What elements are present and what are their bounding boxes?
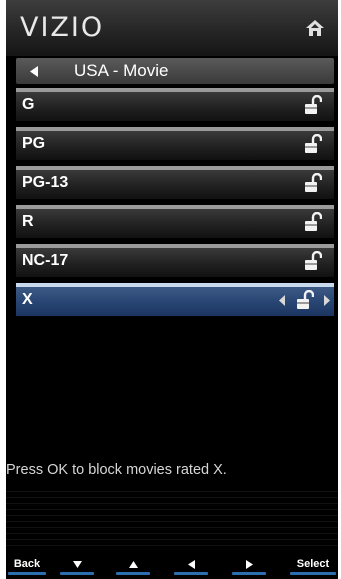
unlocked-icon (305, 134, 322, 153)
rating-row-nc-17[interactable]: NC-17 (16, 244, 334, 277)
right-arrow-icon (245, 560, 253, 569)
tv-screen: VIZIO USA - Movie G PG PG-13 R NC-17 X P… (6, 0, 338, 579)
left-triangle-icon[interactable] (30, 66, 39, 77)
rating-row-pg[interactable]: PG (16, 127, 334, 160)
rating-row-r[interactable]: R (16, 205, 334, 238)
left-arrow-icon (187, 560, 195, 569)
header-bar: VIZIO (6, 0, 338, 56)
back-button[interactable]: Back (6, 558, 48, 579)
unlocked-icon (305, 251, 322, 270)
right-button[interactable] (230, 558, 268, 579)
breadcrumb-label: USA - Movie (74, 61, 169, 80)
select-button-label: Select (296, 558, 330, 570)
rating-row-x[interactable]: X (16, 283, 334, 316)
help-message: Press OK to block movies rated X. (6, 462, 227, 478)
left-chevron-icon[interactable] (279, 295, 286, 306)
footer-bar: Back Select (6, 552, 338, 579)
right-chevron-icon[interactable] (323, 295, 330, 306)
up-arrow-icon (128, 561, 138, 568)
rating-list: G PG PG-13 R NC-17 X (16, 88, 334, 322)
back-button-label: Back (13, 558, 41, 570)
message-area (6, 486, 338, 546)
up-button[interactable] (114, 558, 152, 579)
unlocked-icon (297, 290, 314, 309)
rating-row-pg-13[interactable]: PG-13 (16, 166, 334, 199)
rating-label: PG (22, 135, 46, 152)
rating-label: NC-17 (22, 252, 69, 269)
rating-label: R (22, 213, 34, 230)
rating-row-g[interactable]: G (16, 88, 334, 121)
vizio-logo: VIZIO (20, 12, 105, 43)
breadcrumb[interactable]: USA - Movie (16, 58, 334, 84)
left-button[interactable] (172, 558, 210, 579)
down-button[interactable] (58, 558, 96, 579)
rating-label: G (22, 96, 35, 113)
select-button[interactable]: Select (288, 558, 338, 579)
unlocked-icon (305, 173, 322, 192)
rating-label: X (22, 291, 33, 308)
down-arrow-icon (72, 561, 82, 568)
unlocked-icon (305, 212, 322, 231)
rating-label: PG-13 (22, 174, 69, 191)
unlocked-icon (305, 95, 322, 114)
home-icon[interactable] (304, 18, 326, 38)
